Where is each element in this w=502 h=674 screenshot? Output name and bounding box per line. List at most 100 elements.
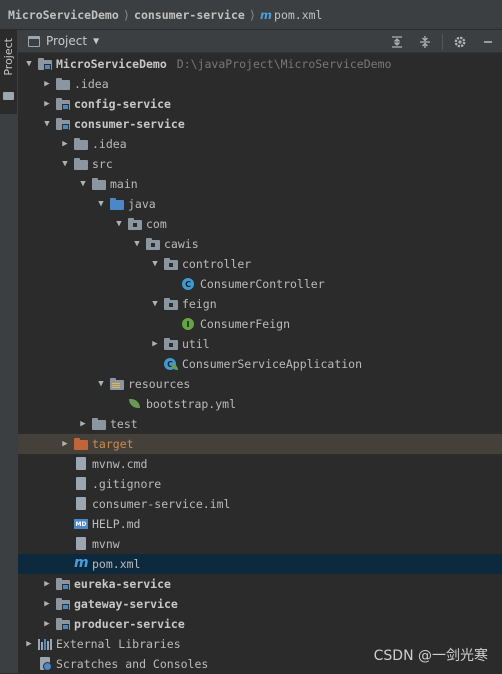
expand-arrow-down-icon[interactable]: ▼: [148, 254, 162, 274]
tree-item-label: main: [110, 177, 138, 191]
tree-spacer: [58, 534, 72, 554]
expand-arrow-right-icon[interactable]: ▶: [40, 94, 54, 114]
tree-row[interactable]: ▶.idea: [18, 74, 502, 94]
tree-row[interactable]: mvnw.cmd: [18, 454, 502, 474]
module-folder-icon: [38, 57, 52, 71]
tree-row[interactable]: CConsumerServiceApplication: [18, 354, 502, 374]
tree-row[interactable]: ▶ util: [18, 334, 502, 354]
tree-row[interactable]: .gitignore: [18, 474, 502, 494]
tree-item-label: HELP.md: [92, 517, 140, 531]
tree-row[interactable]: ▼ MicroServiceDemo D:\javaProject\MicroSer…: [18, 54, 502, 74]
expand-arrow-down-icon[interactable]: ▼: [130, 234, 144, 254]
breadcrumb-item-module[interactable]: consumer-service: [134, 8, 245, 22]
tree-row[interactable]: CConsumerController: [18, 274, 502, 294]
expand-arrow-right-icon[interactable]: ▶: [58, 134, 72, 154]
interface-icon: I: [182, 317, 196, 331]
tree-row[interactable]: ▼consumer-service: [18, 114, 502, 134]
tree-item-label: mvnw.cmd: [92, 457, 147, 471]
tree-item-label: java: [128, 197, 156, 211]
expand-arrow-right-icon[interactable]: ▶: [76, 414, 90, 434]
tree-row[interactable]: MDHELP.md: [18, 514, 502, 534]
chevron-down-icon[interactable]: ▼: [93, 36, 99, 47]
tree-row[interactable]: ▶ .idea: [18, 134, 502, 154]
project-tool-tab-label: Project: [2, 38, 15, 76]
folder-icon: [74, 137, 88, 151]
expand-arrow-right-icon[interactable]: ▶: [40, 74, 54, 94]
breadcrumb: MicroServiceDemo ⟩ consumer-service ⟩ m …: [0, 0, 502, 30]
expand-arrow-right-icon[interactable]: ▶: [40, 574, 54, 594]
collapse-all-icon[interactable]: [389, 34, 405, 50]
expand-arrow-right-icon[interactable]: ▶: [148, 334, 162, 354]
expand-arrow-down-icon[interactable]: ▼: [148, 294, 162, 314]
tree-item-label: test: [110, 417, 138, 431]
tree-spacer: [22, 654, 36, 674]
expand-arrow-down-icon[interactable]: ▼: [58, 154, 72, 174]
expand-arrow-down-icon[interactable]: ▼: [94, 194, 108, 214]
folder-icon: [92, 417, 106, 431]
tree-row[interactable]: mvnw: [18, 534, 502, 554]
tree-item-label: util: [182, 337, 210, 351]
tree-spacer: [58, 514, 72, 534]
tree-row[interactable]: ▶config-service: [18, 94, 502, 114]
tree-row[interactable]: ▼cawis: [18, 234, 502, 254]
expand-arrow-down-icon[interactable]: ▼: [112, 214, 126, 234]
tree-item-label: .gitignore: [92, 477, 161, 491]
maven-icon: m: [74, 557, 88, 571]
tree-row[interactable]: ▶ producer-service: [18, 614, 502, 634]
tree-item-label: bootstrap.yml: [146, 397, 236, 411]
spring-config-icon: [128, 397, 142, 411]
tree-row[interactable]: ▼ main: [18, 174, 502, 194]
tree-item-path: D:\javaProject\MicroServiceDemo: [177, 57, 392, 71]
tree-row[interactable]: ▶ test: [18, 414, 502, 434]
expand-arrow-down-icon[interactable]: ▼: [76, 174, 90, 194]
expand-arrow-down-icon[interactable]: ▼: [94, 374, 108, 394]
tree-item-label: feign: [182, 297, 217, 311]
tree-item-label: .idea: [92, 137, 127, 151]
maven-icon: m: [260, 8, 272, 22]
tree-spacer: [148, 354, 162, 374]
expand-arrow-right-icon[interactable]: ▶: [40, 614, 54, 634]
breadcrumb-item-project[interactable]: MicroServiceDemo: [8, 8, 119, 22]
tree-row[interactable]: I ConsumerFeign: [18, 314, 502, 334]
tree-row[interactable]: ▶target: [18, 434, 502, 454]
tree-row[interactable]: ▼ java: [18, 194, 502, 214]
tree-item-label: resources: [128, 377, 190, 391]
expand-arrow-right-icon[interactable]: ▶: [58, 434, 72, 454]
tree-spacer: [112, 394, 126, 414]
project-tree[interactable]: ▼ MicroServiceDemo D:\javaProject\MicroSer…: [18, 54, 502, 673]
expand-arrow-down-icon[interactable]: ▼: [22, 54, 36, 74]
package-icon: [128, 217, 142, 231]
project-tool-tab[interactable]: Project: [0, 30, 17, 114]
expand-arrow-right-icon[interactable]: ▶: [40, 594, 54, 614]
tree-item-label: producer-service: [74, 617, 185, 631]
breadcrumb-item-file[interactable]: pom.xml: [274, 8, 322, 22]
expand-arrow-right-icon[interactable]: ▶: [22, 634, 36, 654]
tree-item-label: eureka-service: [74, 577, 171, 591]
tree-row[interactable]: ▼ src: [18, 154, 502, 174]
tree-item-label: Scratches and Consoles: [56, 657, 208, 671]
module-folder-icon: [56, 577, 70, 591]
tree-row[interactable]: ▼ feign: [18, 294, 502, 314]
tree-row[interactable]: ▶gateway-service: [18, 594, 502, 614]
tree-item-label: External Libraries: [56, 637, 181, 651]
source-folder-icon: [110, 197, 124, 211]
minimize-icon[interactable]: [480, 34, 496, 50]
tree-row[interactable]: ▼controller: [18, 254, 502, 274]
tree-row[interactable]: ▼com: [18, 214, 502, 234]
tree-row[interactable]: mpom.xml: [18, 554, 502, 574]
expand-all-icon[interactable]: [417, 34, 433, 50]
package-icon: [164, 337, 178, 351]
expand-arrow-down-icon[interactable]: ▼: [40, 114, 54, 134]
project-view-selector[interactable]: Project: [46, 34, 87, 48]
gear-icon[interactable]: [452, 34, 468, 50]
tree-item-label: consumer-service.iml: [92, 497, 230, 511]
tree-row[interactable]: bootstrap.yml: [18, 394, 502, 414]
tree-spacer: [58, 494, 72, 514]
tree-row[interactable]: ▶ eureka-service: [18, 574, 502, 594]
tree-item-label: ConsumerFeign: [200, 317, 290, 331]
tree-item-label: MicroServiceDemo: [56, 57, 167, 71]
tree-item-label: src: [92, 157, 113, 171]
watermark: CSDN @一剑光寒: [374, 645, 488, 665]
tree-row[interactable]: consumer-service.iml: [18, 494, 502, 514]
tree-row[interactable]: ▼ resources: [18, 374, 502, 394]
